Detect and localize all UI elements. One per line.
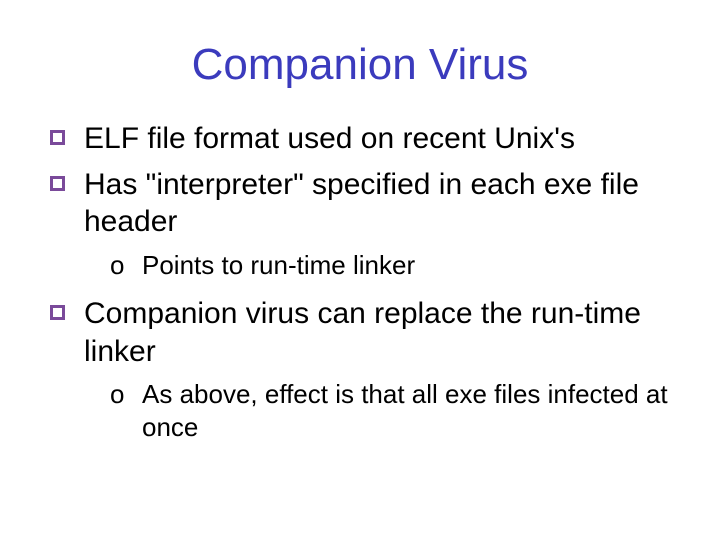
bullet-interpreter: Has "interpreter" specified in each exe … xyxy=(50,166,670,241)
square-bullet-icon xyxy=(50,305,65,320)
bullet-text: Companion virus can replace the run-time… xyxy=(84,297,641,368)
slide-title: Companion Virus xyxy=(50,40,670,90)
bullet-elf: ELF file format used on recent Unix's xyxy=(50,120,670,158)
circle-bullet-icon: o xyxy=(110,249,124,282)
subbullet-text: Points to run-time linker xyxy=(142,250,415,280)
square-bullet-icon xyxy=(50,130,65,145)
subbullet-text: As above, effect is that all exe files i… xyxy=(142,379,668,442)
bullet-companion: Companion virus can replace the run-time… xyxy=(50,295,670,370)
bullet-text: ELF file format used on recent Unix's xyxy=(84,122,575,155)
slide: Companion Virus ELF file format used on … xyxy=(0,0,720,540)
circle-bullet-icon: o xyxy=(110,378,124,411)
square-bullet-icon xyxy=(50,176,65,191)
subbullet-runtime-linker: o Points to run-time linker xyxy=(50,249,670,282)
bullet-text: Has "interpreter" specified in each exe … xyxy=(84,168,639,239)
subbullet-all-infected: o As above, effect is that all exe files… xyxy=(50,378,670,443)
